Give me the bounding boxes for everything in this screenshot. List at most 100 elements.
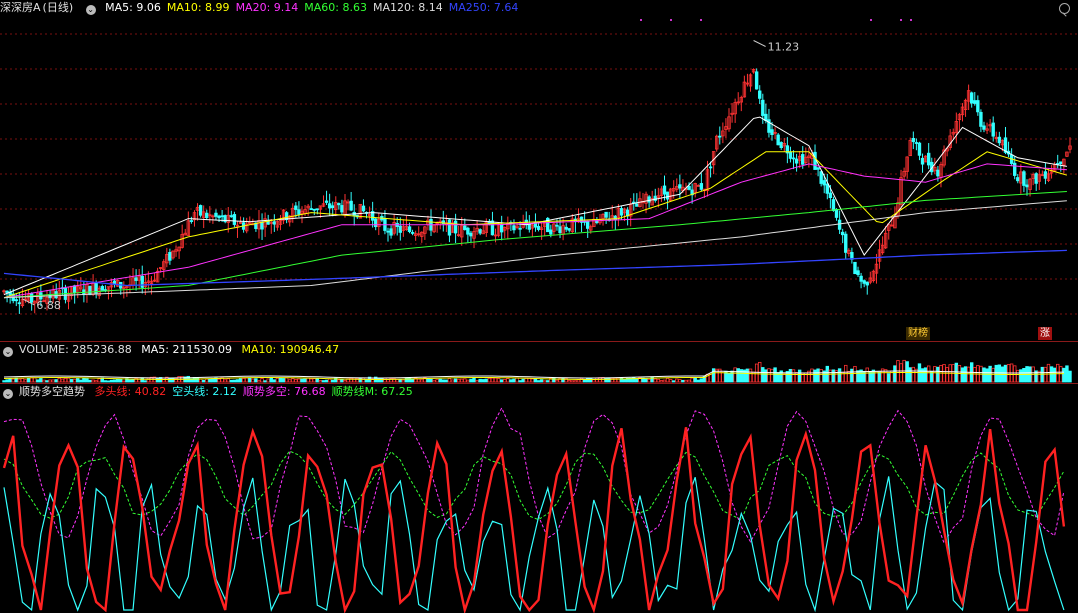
volume-bar (205, 378, 209, 383)
candle-body (665, 191, 670, 200)
candle-body (776, 134, 780, 146)
volume-bar (678, 379, 682, 383)
volume-bar (576, 379, 581, 383)
volume-bar (945, 367, 949, 383)
volume-bar (453, 378, 458, 383)
volume-bar (960, 367, 965, 383)
volume-bar (936, 366, 940, 383)
price-pane[interactable]: 深深房A (日线) ⌄ MA5: 9.06 MA10: 8.99 MA20: 9.14… (0, 0, 1078, 341)
volume-bar (20, 378, 25, 383)
volume-bar (524, 377, 528, 383)
volume-bar (982, 367, 986, 383)
candle-body (837, 219, 842, 230)
candle-body (214, 212, 218, 217)
candle-body (512, 225, 516, 231)
candle-body (315, 208, 320, 211)
collapse-icon[interactable]: ⌄ (3, 389, 13, 399)
candle-body (466, 227, 470, 235)
volume-bar (232, 379, 237, 383)
volume-bar (856, 370, 860, 383)
volume-bar (665, 377, 670, 383)
volume-bar (963, 366, 968, 383)
volume-bar (966, 366, 971, 383)
volume-bar (284, 377, 289, 383)
candle-body (558, 226, 562, 234)
volume-bar (1022, 368, 1026, 383)
tag-rise[interactable]: 涨 (1038, 327, 1052, 340)
candle-body (389, 228, 393, 236)
volume-bar (85, 378, 89, 383)
volume-bar (441, 379, 446, 383)
volume-bar (146, 377, 151, 383)
candle-body (936, 169, 940, 177)
volume-bar (315, 378, 320, 383)
candle-body (294, 205, 298, 210)
volume-bar (693, 377, 697, 383)
volume-bar (475, 380, 479, 383)
collapse-icon[interactable]: ⌄ (3, 347, 13, 357)
volume-bar (324, 379, 329, 383)
volume-bar (570, 380, 575, 383)
candle-body (662, 185, 667, 195)
volume-bar (122, 380, 126, 383)
volume-bar (973, 366, 977, 383)
candle-body (555, 224, 559, 227)
candle-body (327, 203, 332, 209)
indicator-header: ⌄ 顺势多空趋势 多头线: 40.82 空头线: 2.12 顺势多空: 76.68 顺势… (0, 384, 425, 400)
volume-bar (119, 378, 123, 383)
volume-bar (865, 367, 869, 383)
volume-bar (1052, 367, 1057, 383)
indicator-title: 顺势多空趋势 (19, 385, 85, 398)
volume-bar (294, 379, 298, 383)
candle-body (72, 285, 77, 294)
tag-finance[interactable]: 财榜 (906, 327, 930, 340)
volume-bar (782, 373, 786, 383)
candle-body (374, 218, 378, 228)
volume-bar (337, 379, 341, 383)
volume-bar (933, 366, 937, 383)
volume-bar (383, 377, 387, 383)
volume-bar (1013, 365, 1017, 383)
candle-body (478, 229, 482, 234)
candle-body (982, 125, 986, 130)
volume-bar (794, 372, 799, 383)
volume-bar (115, 378, 120, 383)
volume-bar (668, 378, 673, 383)
volume-pane[interactable]: ⌄ VOLUME: 285236.88 MA5: 211530.09 MA10: … (0, 342, 1078, 383)
volume-bar (469, 378, 473, 383)
volume-bar (542, 380, 547, 383)
volume-bar (208, 378, 212, 383)
volume-bar (653, 378, 657, 383)
candle-body (349, 200, 353, 211)
volume-bar (300, 378, 304, 383)
volume-bar (358, 377, 363, 383)
volume-bar (506, 378, 510, 383)
volume-bar (226, 378, 230, 383)
volume-bar (512, 378, 516, 383)
indicator-chart (2, 406, 1066, 613)
volume-bar (518, 380, 522, 383)
candle-body (410, 232, 415, 234)
price-header: 深深房A (日线) ⌄ MA5: 9.06 MA10: 8.99 MA20: 9.14… (0, 0, 530, 16)
volume-bar (79, 379, 83, 383)
volume-bar (192, 376, 197, 383)
candle-body (708, 166, 713, 169)
volume-bar (481, 379, 485, 383)
volume-bar (994, 364, 998, 383)
volume-bar (887, 373, 891, 383)
volume-bar (155, 377, 160, 383)
volume-bar (847, 370, 851, 383)
indicator-pane[interactable]: ⌄ 顺势多空趋势 多头线: 40.82 空头线: 2.12 顺势多空: 76.68 顺势… (0, 384, 1078, 613)
volume-bar (435, 379, 439, 383)
volume-bar (291, 378, 295, 383)
volume-bar (257, 380, 261, 383)
volume-bar (327, 378, 332, 383)
volume-bar (727, 372, 731, 383)
volume-bar (613, 377, 618, 383)
candle-body (266, 221, 270, 225)
volume-bar (395, 379, 399, 383)
volume-bar (69, 379, 74, 383)
volume-bar (521, 378, 525, 383)
candle-body (1059, 161, 1063, 165)
collapse-icon[interactable]: ⌄ (85, 5, 96, 15)
